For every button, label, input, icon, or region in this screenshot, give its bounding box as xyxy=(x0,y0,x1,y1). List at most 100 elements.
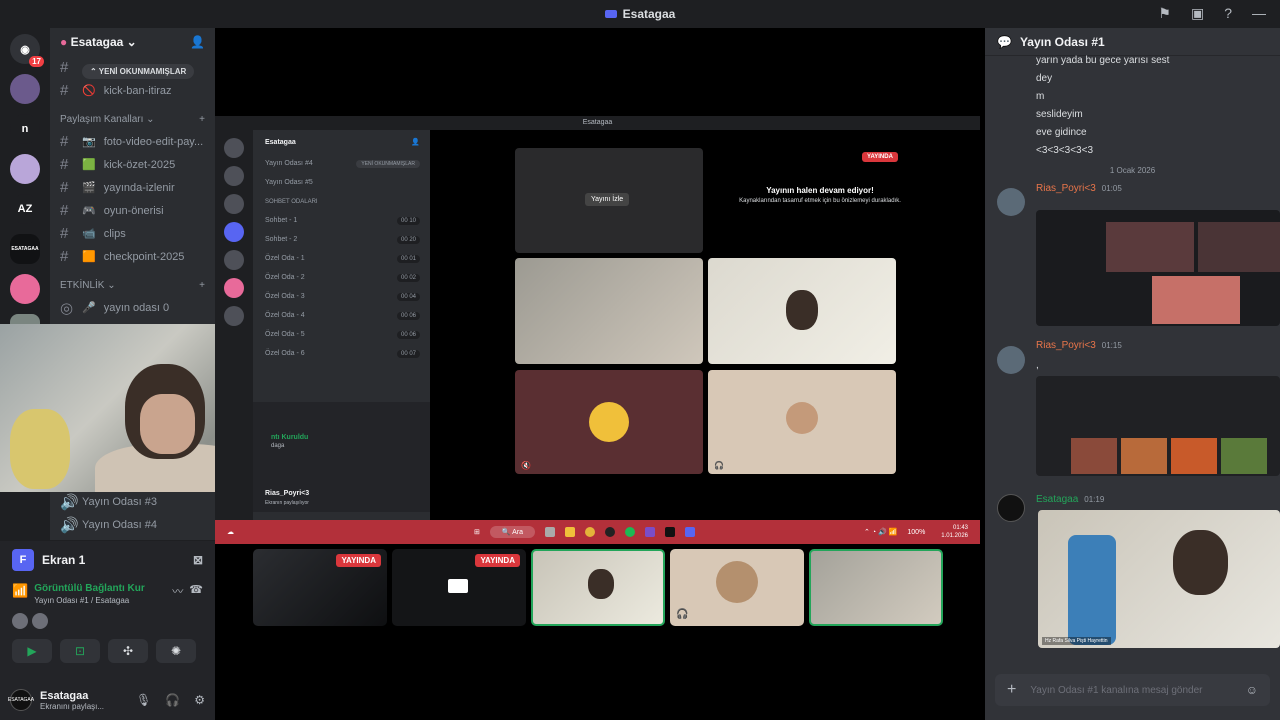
headphones-icon[interactable]: 🎧 xyxy=(165,693,180,707)
voice-channel-item[interactable]: 🔊 Yayın Odası #4 xyxy=(50,513,157,536)
channel-item[interactable]: # 🟧 checkpoint-2025 xyxy=(50,245,215,268)
disconnect-icon[interactable]: ☎ xyxy=(189,583,203,596)
screen-share-button[interactable]: ⊡ xyxy=(60,639,100,663)
channel-emoji: 📷 xyxy=(82,136,96,148)
deafen-icon: 🎧 xyxy=(676,609,689,620)
server-icon[interactable] xyxy=(10,274,40,304)
nested-voice-channel: Özel Oda - 1 00 01 xyxy=(253,249,430,268)
flag-icon[interactable]: ⚑ xyxy=(1158,5,1171,22)
emoji-icon[interactable]: ☺ xyxy=(1246,683,1258,697)
image-attachment[interactable]: Hz Rafa Silva Pişti Hayrettin xyxy=(1038,510,1280,648)
user-count: 00 06 xyxy=(396,311,420,320)
chat-header: 💬 Yayın Odası #1 xyxy=(985,28,1280,56)
avatar[interactable]: ESATAGAA xyxy=(8,689,34,711)
discord-home-icon[interactable]: ◉ 17 xyxy=(10,34,44,67)
participant-thumbnail[interactable] xyxy=(531,549,665,626)
user-count: 00 20 xyxy=(396,235,420,244)
message-input[interactable]: Yayın Odası #1 kanalına mesaj gönder xyxy=(1030,685,1202,696)
hash-icon: # xyxy=(60,156,69,173)
channel-label: Yayın Odası #4 xyxy=(82,518,158,531)
nested-channel-label: Yayın Odası #5 xyxy=(265,179,313,186)
category-name: Paylaşım Kanalları xyxy=(60,113,144,125)
connection-room[interactable]: Yayın Odası #1 / Esatagaa xyxy=(34,596,145,605)
channel-item[interactable]: # 🟩 kick-özet-2025 xyxy=(50,153,215,176)
chat-bubble-icon: 💬 xyxy=(997,34,1012,49)
microphone-icon[interactable]: 🎙 xyxy=(136,693,151,707)
message-author[interactable]: Esatagaa xyxy=(1036,494,1078,505)
popout-icon[interactable]: ⊠ xyxy=(193,553,203,567)
channel-item[interactable]: # 🎮 oyun-önerisi xyxy=(50,199,215,222)
server-icon-esatagaa[interactable]: ESATAGAA xyxy=(10,234,40,264)
avatar[interactable] xyxy=(997,188,1025,216)
category-header[interactable]: ETKİNLİK ⌄ + xyxy=(50,274,215,296)
channel-item[interactable]: # 🎬 yayında-izlenir xyxy=(50,176,215,199)
participant-avatar[interactable] xyxy=(32,613,48,629)
image-attachment[interactable] xyxy=(1036,376,1280,476)
help-icon[interactable]: ? xyxy=(1224,5,1232,22)
server-icon xyxy=(224,166,244,186)
message-author[interactable]: Rias_Poyri<3 xyxy=(1036,183,1096,194)
minimize-icon[interactable]: — xyxy=(1252,5,1266,22)
server-icon[interactable]: AZ xyxy=(10,194,40,224)
app-icon xyxy=(545,527,556,537)
user-name[interactable]: Esatagaa xyxy=(40,690,104,702)
server-icon[interactable] xyxy=(10,74,40,104)
connection-title[interactable]: Görüntülü Bağlantı Kur xyxy=(34,583,145,594)
live-badge: YAYINDA xyxy=(475,554,520,567)
app-icon xyxy=(645,527,656,537)
channel-label: yayında-izlenir xyxy=(103,181,175,194)
clock-time: 01:43 xyxy=(952,525,968,531)
server-icon: ● xyxy=(60,35,68,49)
nested-voice-channel: Sohbet - 2 00 20 xyxy=(253,230,430,249)
inbox-icon[interactable]: ▣ xyxy=(1191,5,1204,22)
nested-channel-label: Özel Oda - 3 xyxy=(265,293,305,300)
server-icon[interactable]: n xyxy=(10,114,40,144)
user-count: 00 01 xyxy=(396,254,420,263)
taskbar-search-label: Ara xyxy=(512,529,524,536)
avatar-tile: 🎧 xyxy=(708,370,896,474)
add-channel-icon[interactable]: + xyxy=(199,114,205,125)
image-attachment[interactable] xyxy=(1036,210,1280,326)
nested-voice-channel: Özel Oda - 6 00 07 xyxy=(253,344,430,363)
settings-gear-icon[interactable]: ⚙ xyxy=(194,693,205,707)
camera-button[interactable]: ▶ xyxy=(12,639,52,663)
add-channel-icon[interactable]: + xyxy=(199,280,205,291)
nested-voice-channel: Özel Oda - 4 00 06 xyxy=(253,306,430,325)
message-author[interactable]: Rias_Poyri<3 xyxy=(1036,340,1096,351)
server-icon[interactable] xyxy=(10,154,40,184)
channel-label: yayın odası 0 xyxy=(103,301,170,314)
channel-label: clips xyxy=(103,227,126,240)
hash-icon: # xyxy=(60,82,69,99)
voice-channel-item[interactable]: ◎ 🎤 yayın odası 0 xyxy=(50,296,215,319)
nested-channel-label: Sohbet - 2 xyxy=(265,236,298,243)
activities-button[interactable]: ✣ xyxy=(108,639,148,663)
stream-thumbnail[interactable]: YAYINDA xyxy=(253,549,387,626)
video-tile xyxy=(708,258,896,364)
noise-suppression-icon[interactable]: 〰 xyxy=(172,583,183,599)
hash-icon: # xyxy=(60,225,69,242)
participant-thumbnail[interactable]: 🎧 xyxy=(670,549,804,626)
participant-avatar[interactable] xyxy=(12,613,28,629)
soundboard-button[interactable]: ✺ xyxy=(156,639,196,663)
message-header: Rias_Poyri<3 01:15 xyxy=(985,340,1122,351)
add-member-icon[interactable]: 👤 xyxy=(190,35,205,49)
chat-message-line: , xyxy=(1036,360,1039,371)
message-composer[interactable]: + Yayın Odası #1 kanalına mesaj gönder ☺ xyxy=(995,674,1270,706)
channel-item[interactable]: # 📷 foto-video-edit-pay... xyxy=(50,130,215,153)
chat-message-line: <3<3<3<3<3 xyxy=(1036,145,1094,156)
nested-channel-label: Yayın Odası #4 xyxy=(265,160,313,167)
category-header[interactable]: Paylaşım Kanalları ⌄ + xyxy=(50,108,215,130)
unread-pill[interactable]: ⌃ YENİ OKUNMAMIŞLAR xyxy=(82,64,195,79)
spotify-icon xyxy=(625,527,636,537)
stream-stage[interactable]: Esatagaa Esatagaa 👤 Yayın Odası #4 YENİ OK… xyxy=(215,28,980,720)
speaker-icon: 🔊 xyxy=(60,493,79,511)
window-titlebar: Esatagaa ⚑ ▣ ? — xyxy=(0,0,1280,28)
nested-channel-label: Özel Oda - 5 xyxy=(265,331,305,338)
stream-thumbnail[interactable]: YAYINDA xyxy=(392,549,526,626)
participant-thumbnail[interactable] xyxy=(809,549,943,626)
channel-item[interactable]: # 📹 clips xyxy=(50,222,215,245)
channel-item[interactable]: # 🚫 kick-ban-itiraz xyxy=(50,79,215,102)
server-header[interactable]: ● Esatagaa ⌄ 👤 xyxy=(50,28,215,56)
plus-icon[interactable]: + xyxy=(1007,681,1016,699)
voice-channel-item[interactable]: 🔊 Yayın Odası #3 xyxy=(50,490,157,513)
